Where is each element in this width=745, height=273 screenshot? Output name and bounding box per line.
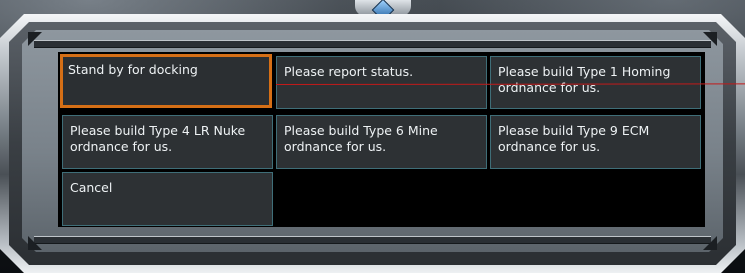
option-build-type1-homing[interactable]: Please build Type 1 Homing ordnance for … bbox=[490, 56, 701, 109]
option-build-type6-mine[interactable]: Please build Type 6 Mine ordnance for us… bbox=[276, 115, 487, 169]
corner-notch-icon bbox=[28, 236, 42, 250]
option-stand-by-docking[interactable]: Stand by for docking bbox=[60, 54, 272, 108]
option-build-type4-lr-nuke[interactable]: Please build Type 4 LR Nuke ordnance for… bbox=[62, 115, 273, 169]
corner-notch-icon bbox=[703, 32, 717, 46]
frame-rail-top bbox=[34, 40, 711, 48]
corner-notch-icon bbox=[703, 236, 717, 250]
option-report-status[interactable]: Please report status. bbox=[276, 56, 487, 109]
corner-notch-icon bbox=[28, 32, 42, 46]
frame-rail-bottom bbox=[34, 236, 711, 244]
option-build-type9-ecm[interactable]: Please build Type 9 ECM ordnance for us. bbox=[490, 115, 701, 169]
option-cancel[interactable]: Cancel bbox=[62, 172, 273, 226]
